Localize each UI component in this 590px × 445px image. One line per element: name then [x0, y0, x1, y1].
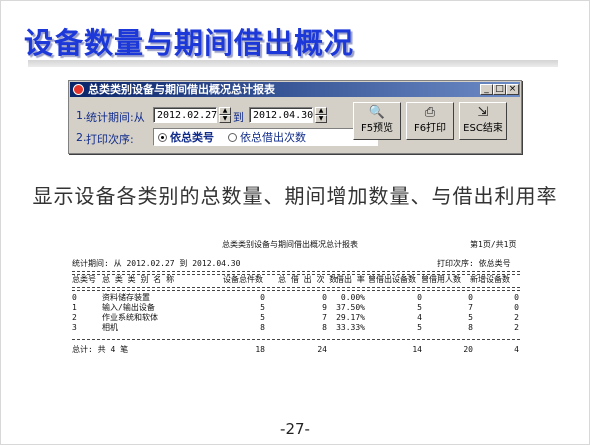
slide: 设备数量与期间借出概况 总类类别设备与期间借出概况总计报表 _ □ × 1. 统… — [0, 0, 590, 445]
table-cell: 0 — [468, 293, 473, 302]
header-rule-bottom — [72, 287, 520, 291]
exit-button[interactable]: ⇲ ESC结束 — [459, 102, 507, 140]
report-order: 打印次序: 依总类号 — [437, 259, 511, 268]
spin-down-icon[interactable]: ▼ — [219, 115, 231, 123]
table-cell: 8 — [260, 323, 265, 332]
page-number: -27- — [280, 420, 310, 438]
order-radio-group: 依总类号 依总借出次数 — [153, 128, 378, 146]
table-cell: 33.33% — [336, 323, 365, 332]
table-cell: 8 — [322, 323, 327, 332]
col-header: 总 借 出 次 数 — [278, 275, 338, 284]
col-header: 曾借用人数 — [421, 275, 461, 284]
total-cell: 18 — [255, 345, 265, 354]
table-cell: 2 — [72, 313, 77, 322]
printer-icon: ⎙ — [424, 105, 436, 120]
table-cell: 0.00% — [340, 293, 365, 302]
totals-rule — [72, 339, 520, 341]
preview-icon: 🔍 — [368, 105, 386, 120]
table-cell: 资料储存装置 — [102, 293, 150, 302]
end-date-spinner[interactable]: ▲ ▼ — [315, 107, 327, 123]
report-page-info: 第1页/共1页 — [470, 240, 517, 249]
slide-title: 设备数量与期间借出概况 — [24, 26, 355, 60]
table-cell: 37.50% — [336, 303, 365, 312]
radio-by-category[interactable] — [158, 133, 167, 142]
order-label-num: 2. — [76, 131, 87, 144]
dialog-titlebar: 总类类别设备与期间借出概况总计报表 _ □ × — [70, 82, 520, 97]
table-cell: 0 — [417, 293, 422, 302]
table-cell: 0 — [72, 293, 77, 302]
table-cell: 5 — [260, 303, 265, 312]
table-cell: 相机 — [102, 323, 118, 332]
spin-up-icon[interactable]: ▲ — [315, 107, 327, 115]
table-cell: 5 — [417, 303, 422, 312]
table-cell: 3 — [72, 323, 77, 332]
col-header: 总类号 — [72, 275, 96, 284]
table-cell: 0 — [514, 303, 519, 312]
table-cell: 2 — [514, 323, 519, 332]
report-dialog: 总类类别设备与期间借出概况总计报表 _ □ × 1. 统计期间:从 2012.0… — [68, 80, 522, 154]
to-label: 到 — [233, 111, 244, 124]
period-label-num: 1. — [76, 109, 87, 122]
col-header: 曾借出设备数 — [368, 275, 416, 284]
start-date-field[interactable]: 2012.02.27 — [153, 107, 217, 123]
table-cell: 7 — [468, 303, 473, 312]
report-period: 统计期间: 从 2012.02.27 到 2012.04.30 — [72, 259, 241, 268]
maximize-button[interactable]: □ — [493, 84, 506, 95]
report-title: 总类类别设备与期间借出概况总计报表 — [222, 240, 358, 249]
total-cell: 24 — [317, 345, 327, 354]
table-cell: 5 — [468, 313, 473, 322]
minimize-button[interactable]: _ — [480, 84, 493, 95]
table-cell: 9 — [322, 303, 327, 312]
close-button[interactable]: × — [506, 84, 519, 95]
preview-button[interactable]: 🔍 F5预览 — [353, 102, 401, 140]
col-header: 新增设备数 — [470, 275, 510, 284]
col-header: 总 类 类 别 名 称 — [102, 275, 175, 284]
spin-up-icon[interactable]: ▲ — [219, 107, 231, 115]
radio-by-loans[interactable] — [228, 133, 237, 142]
table-cell: 29.17% — [336, 313, 365, 322]
radio-by-category-label[interactable]: 依总类号 — [170, 130, 214, 145]
total-label: 总计: 共 4 笔 — [72, 345, 129, 354]
slide-subtitle: 显示设备各类别的总数量、期间增加数量、与借出利用率 — [32, 184, 558, 208]
order-label: 打印次序: — [86, 133, 134, 146]
table-cell: 作业系统和软体 — [102, 313, 158, 322]
table-cell: 0 — [322, 293, 327, 302]
spin-down-icon[interactable]: ▼ — [315, 115, 327, 123]
total-cell: 4 — [514, 345, 519, 354]
table-cell: 4 — [417, 313, 422, 322]
radio-by-loans-label[interactable]: 依总借出次数 — [240, 130, 306, 145]
title-underline — [28, 60, 558, 67]
col-header: 借出 率 — [336, 275, 365, 284]
col-header: 设备总件数 — [223, 275, 263, 284]
table-cell: 8 — [468, 323, 473, 332]
table-cell: 1 — [72, 303, 77, 312]
table-cell: 2 — [514, 313, 519, 322]
exit-icon: ⇲ — [477, 105, 489, 120]
table-cell: 5 — [260, 313, 265, 322]
dialog-title: 总类类别设备与期间借出概况总计报表 — [88, 83, 275, 96]
table-cell: 0 — [514, 293, 519, 302]
table-cell: 输入/输出设备 — [102, 303, 155, 312]
period-label: 统计期间:从 — [86, 111, 145, 124]
table-cell: 0 — [260, 293, 265, 302]
start-date-spinner[interactable]: ▲ ▼ — [219, 107, 231, 123]
end-date-field[interactable]: 2012.04.30 — [249, 107, 313, 123]
app-icon — [73, 84, 84, 95]
table-cell: 5 — [417, 323, 422, 332]
total-cell: 20 — [463, 345, 473, 354]
total-cell: 14 — [412, 345, 422, 354]
table-cell: 7 — [322, 313, 327, 322]
print-button[interactable]: ⎙ F6打印 — [406, 102, 454, 140]
